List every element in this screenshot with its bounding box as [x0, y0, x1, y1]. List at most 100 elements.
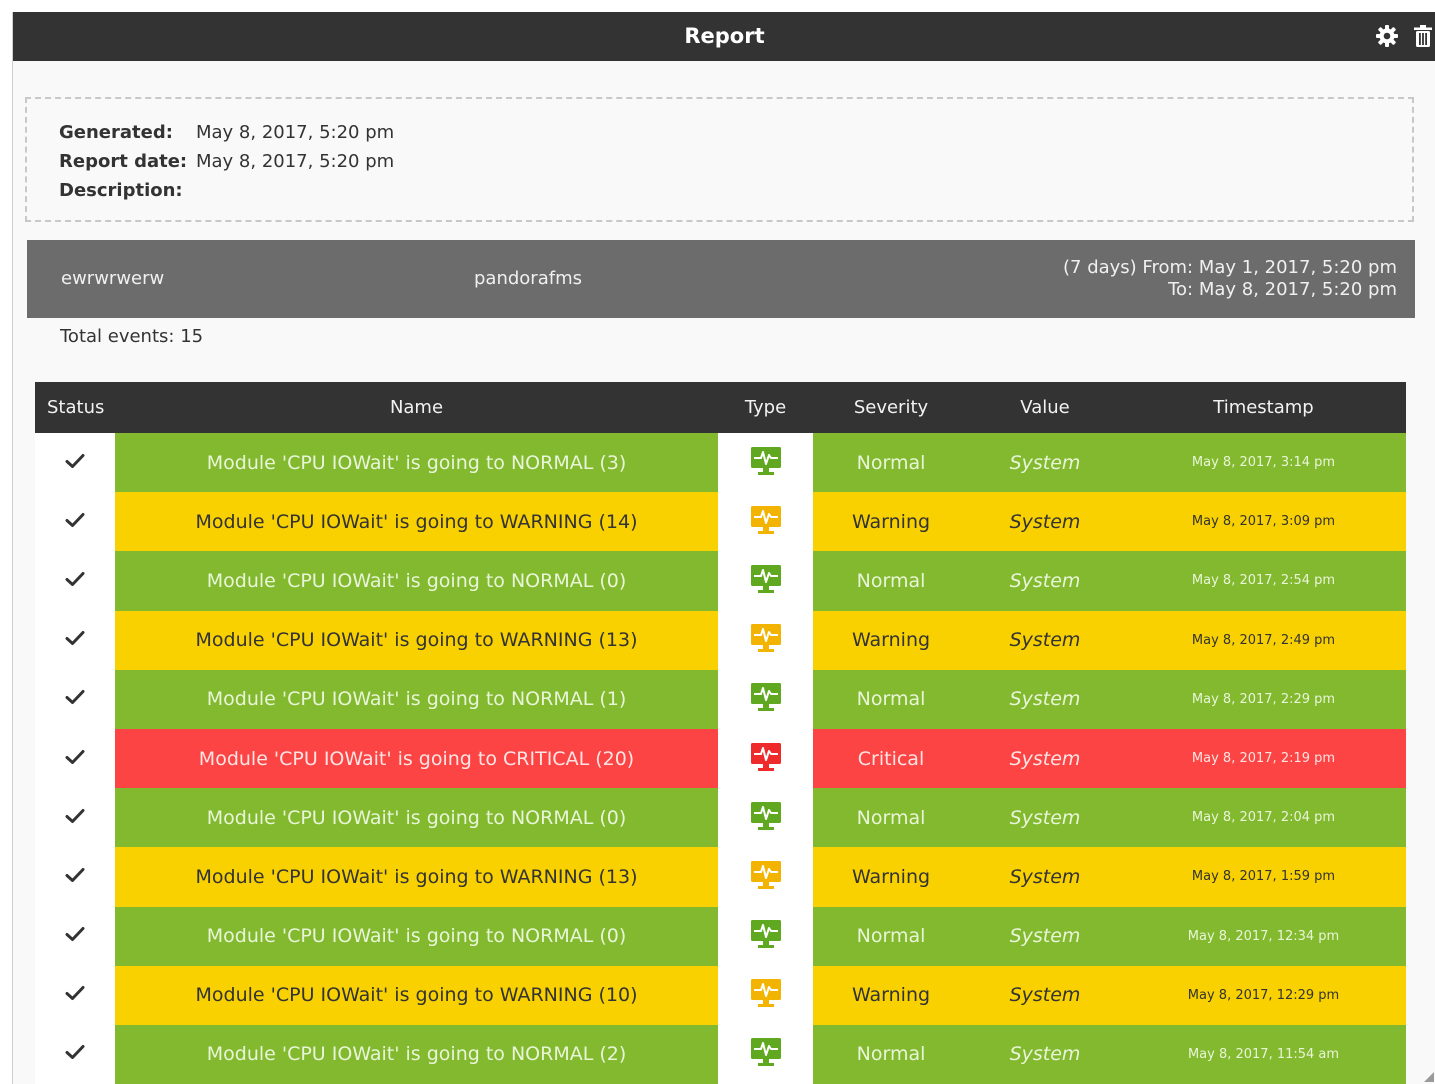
table-body: Module 'CPU IOWait' is going to NORMAL (…: [35, 433, 1406, 1084]
event-value: System: [1009, 747, 1081, 770]
title-bar: Report: [13, 12, 1435, 61]
type-cell: [718, 906, 813, 966]
event-value: System: [1009, 984, 1081, 1007]
severity-label: Normal: [856, 925, 926, 948]
status-cell: [35, 847, 115, 907]
severity-label: Normal: [856, 688, 926, 711]
checkmark-icon: [65, 867, 85, 887]
table-row[interactable]: Module 'CPU IOWait' is going to NORMAL (…: [35, 1024, 1406, 1084]
event-value: System: [1009, 1043, 1081, 1066]
checkmark-icon: [65, 689, 85, 709]
monitor-heartbeat-icon: [750, 919, 782, 953]
table-row[interactable]: Module 'CPU IOWait' is going to NORMAL (…: [35, 906, 1406, 966]
table-row[interactable]: Module 'CPU IOWait' is going to NORMAL (…: [35, 551, 1406, 611]
severity-group: Normal System May 8, 2017, 11:54 am: [813, 1024, 1406, 1084]
meta-generated: Generated: May 8, 2017, 5:20 pm: [59, 121, 394, 145]
resize-grip-icon[interactable]: [1423, 1071, 1435, 1083]
event-value: System: [1009, 629, 1081, 652]
checkmark-icon: [65, 453, 85, 473]
event-name: Module 'CPU IOWait' is going to NORMAL (…: [115, 669, 718, 729]
status-cell: [35, 551, 115, 611]
checkmark-icon: [65, 630, 85, 650]
severity-label: Warning: [851, 510, 931, 533]
checkmark-icon: [65, 1044, 85, 1064]
checkmark-icon: [65, 985, 85, 1005]
monitor-heartbeat-icon: [750, 801, 782, 835]
type-cell: [718, 610, 813, 670]
event-name: Module 'CPU IOWait' is going to WARNING …: [115, 965, 718, 1025]
event-name: Module 'CPU IOWait' is going to NORMAL (…: [115, 1024, 718, 1084]
event-timestamp: May 8, 2017, 11:54 am: [1187, 1046, 1340, 1062]
period-to: To: May 8, 2017, 5:20 pm: [1168, 279, 1397, 300]
event-timestamp: May 8, 2017, 12:34 pm: [1187, 928, 1340, 944]
event-name: Module 'CPU IOWait' is going to NORMAL (…: [115, 433, 718, 493]
trash-icon[interactable]: [1410, 23, 1435, 49]
checkmark-icon: [65, 571, 85, 591]
event-name: Module 'CPU IOWait' is going to NORMAL (…: [115, 788, 718, 848]
event-timestamp: May 8, 2017, 2:29 pm: [1191, 691, 1336, 707]
column-header-value: Value: [1020, 397, 1070, 418]
agent-name: ewrwrwerw: [61, 268, 165, 289]
checkmark-icon: [65, 808, 85, 828]
table-row[interactable]: Module 'CPU IOWait' is going to NORMAL (…: [35, 433, 1406, 493]
report-window: Report Generated: May 8, 2017, 5:20 pm R…: [12, 12, 1435, 1084]
column-header-name: Name: [389, 397, 444, 418]
monitor-heartbeat-icon: [750, 860, 782, 894]
event-name: Module 'CPU IOWait' is going to WARNING …: [115, 847, 718, 907]
meta-report-date-label: Report date:: [59, 151, 188, 172]
column-header-timestamp: Timestamp: [1213, 397, 1314, 418]
severity-group: Normal System May 8, 2017, 12:34 pm: [813, 906, 1406, 966]
event-timestamp: May 8, 2017, 12:29 pm: [1187, 987, 1340, 1003]
events-table: Status Name Type Severity Value Timestam…: [35, 382, 1406, 1084]
event-timestamp: May 8, 2017, 3:14 pm: [1191, 455, 1336, 471]
report-meta: Generated: May 8, 2017, 5:20 pm Report d…: [25, 97, 1414, 222]
monitor-heartbeat-icon: [750, 682, 782, 716]
status-cell: [35, 610, 115, 670]
severity-group: Warning System May 8, 2017, 1:59 pm: [813, 847, 1406, 907]
gear-icon[interactable]: [1374, 23, 1400, 49]
event-timestamp: May 8, 2017, 1:59 pm: [1191, 869, 1336, 885]
meta-description: Description:: [59, 179, 183, 203]
table-row[interactable]: Module 'CPU IOWait' is going to WARNING …: [35, 965, 1406, 1025]
table-row[interactable]: Module 'CPU IOWait' is going to NORMAL (…: [35, 669, 1406, 729]
table-row[interactable]: Module 'CPU IOWait' is going to CRITICAL…: [35, 728, 1406, 789]
checkmark-icon: [65, 926, 85, 946]
total-events: Total events: 15: [60, 326, 204, 347]
status-cell: [35, 492, 115, 552]
meta-description-label: Description:: [59, 180, 183, 201]
severity-group: Warning System May 8, 2017, 12:29 pm: [813, 965, 1406, 1025]
event-name: Module 'CPU IOWait' is going to NORMAL (…: [115, 906, 718, 966]
severity-label: Normal: [856, 569, 926, 592]
period-from: (7 days) From: May 1, 2017, 5:20 pm: [1063, 257, 1397, 278]
event-timestamp: May 8, 2017, 2:04 pm: [1191, 810, 1336, 826]
event-value: System: [1009, 865, 1081, 888]
status-cell: [35, 728, 115, 789]
status-cell: [35, 788, 115, 848]
type-cell: [718, 728, 813, 789]
severity-label: Normal: [856, 451, 926, 474]
monitor-heartbeat-icon: [750, 1037, 782, 1071]
table-row[interactable]: Module 'CPU IOWait' is going to WARNING …: [35, 847, 1406, 907]
event-value: System: [1009, 925, 1081, 948]
table-row[interactable]: Module 'CPU IOWait' is going to WARNING …: [35, 610, 1406, 670]
status-cell: [35, 669, 115, 729]
event-name: Module 'CPU IOWait' is going to CRITICAL…: [115, 728, 718, 789]
type-cell: [718, 551, 813, 611]
severity-label: Normal: [856, 1043, 926, 1066]
event-name: Module 'CPU IOWait' is going to WARNING …: [115, 492, 718, 552]
severity-label: Warning: [851, 865, 931, 888]
severity-label: Normal: [856, 806, 926, 829]
checkmark-icon: [65, 749, 85, 769]
table-row[interactable]: Module 'CPU IOWait' is going to WARNING …: [35, 492, 1406, 552]
event-timestamp: May 8, 2017, 2:49 pm: [1191, 632, 1336, 648]
severity-group: Warning System May 8, 2017, 2:49 pm: [813, 610, 1406, 670]
monitor-heartbeat-icon: [750, 623, 782, 657]
type-cell: [718, 847, 813, 907]
severity-group: Normal System May 8, 2017, 2:04 pm: [813, 788, 1406, 848]
meta-report-date-value: May 8, 2017, 5:20 pm: [196, 151, 395, 172]
table-row[interactable]: Module 'CPU IOWait' is going to NORMAL (…: [35, 788, 1406, 848]
table-header: Status Name Type Severity Value Timestam…: [35, 382, 1406, 433]
meta-generated-value: May 8, 2017, 5:20 pm: [196, 122, 395, 143]
monitor-heartbeat-icon: [750, 564, 782, 598]
window-title: Report: [684, 24, 765, 48]
